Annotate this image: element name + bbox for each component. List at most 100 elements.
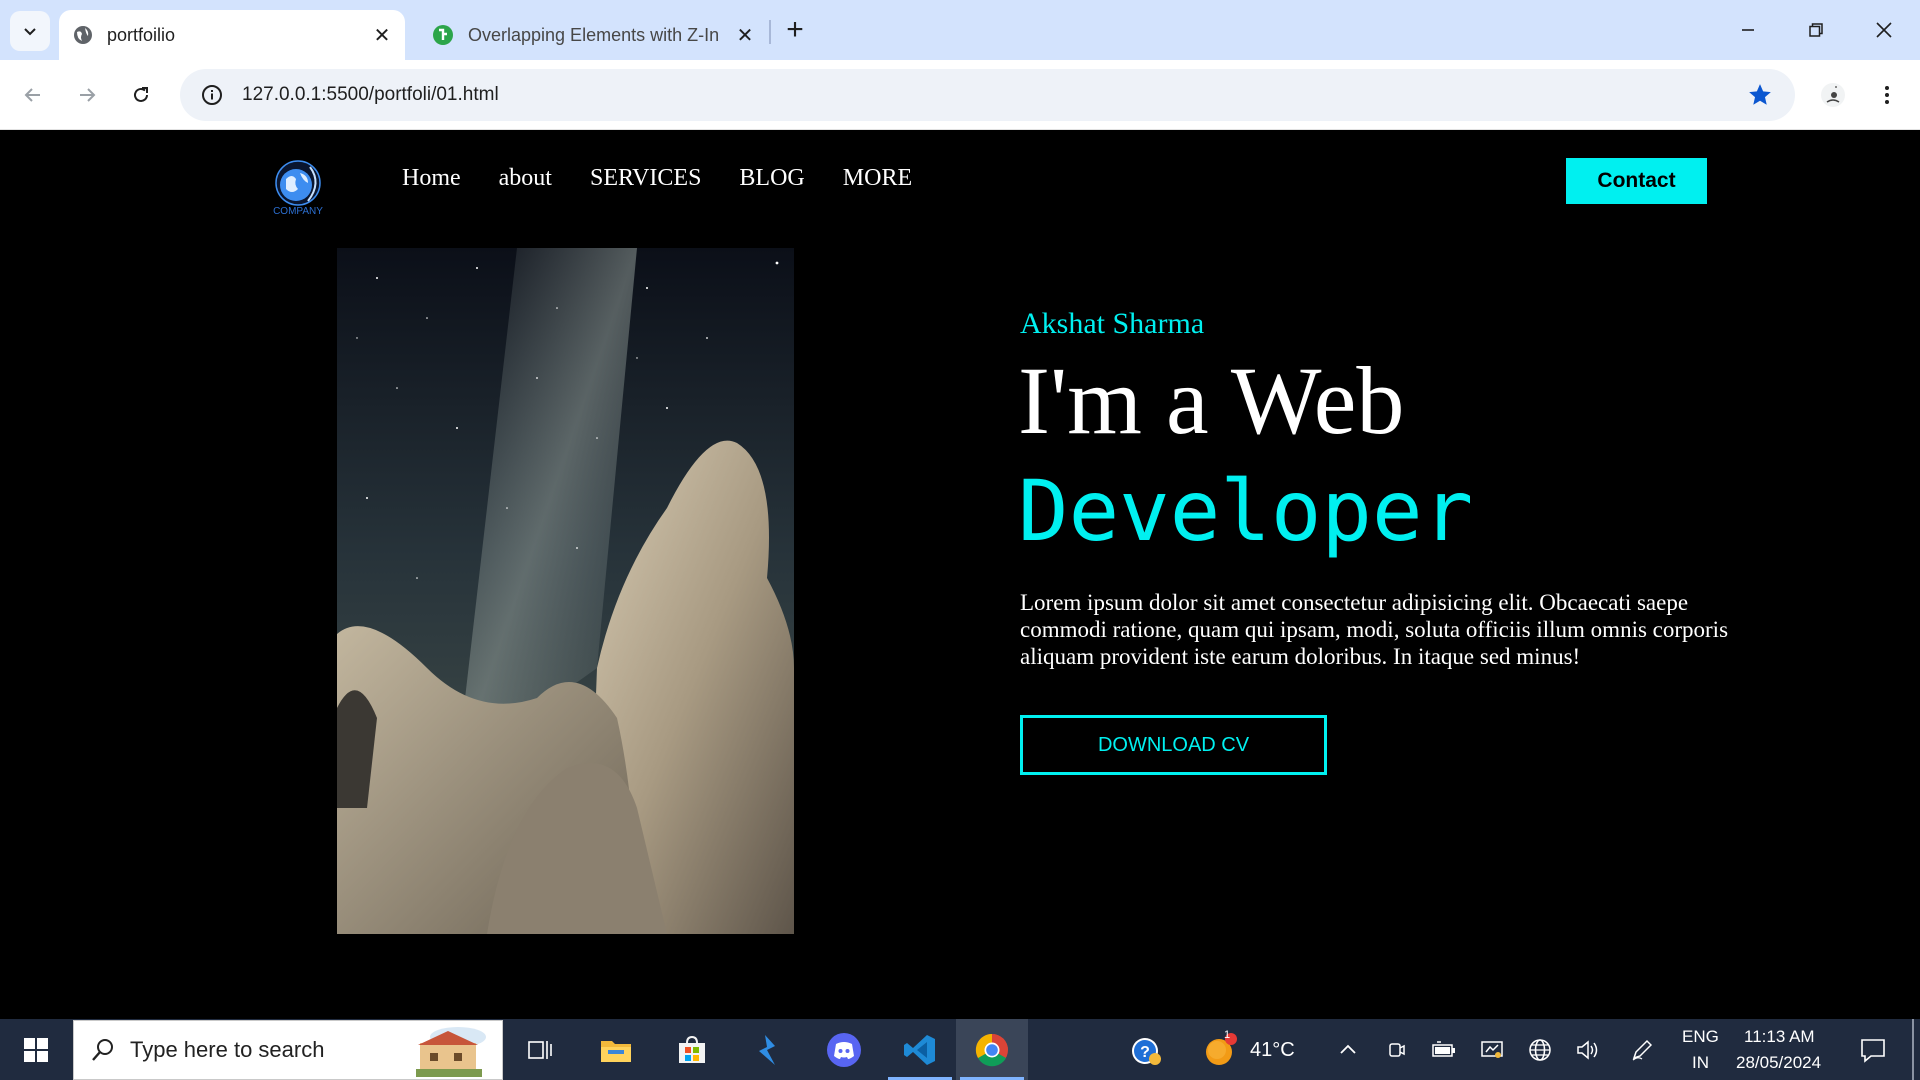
hero-description: Lorem ipsum dolor sit amet consectetur a… xyxy=(1020,590,1729,669)
site-favicon-icon xyxy=(433,25,453,45)
contact-button[interactable]: Contact xyxy=(1566,158,1707,204)
tab-title: Overlapping Elements with Z-In xyxy=(468,24,720,45)
weather-temperature[interactable]: 41°C xyxy=(1250,1039,1295,1062)
clock-date: 28/05/2024 xyxy=(1736,1053,1822,1072)
discord-button[interactable] xyxy=(808,1019,880,1080)
site-nav: Home about SERVICES BLOG MORE xyxy=(402,165,912,192)
hero-image xyxy=(337,248,794,934)
hero-headline: I'm a Web xyxy=(1018,347,1405,454)
discord-icon xyxy=(827,1032,861,1067)
back-button[interactable] xyxy=(14,76,52,114)
show-hidden-icons-button[interactable] xyxy=(1334,1037,1362,1063)
chrome-button[interactable] xyxy=(956,1019,1028,1080)
svg-text:?: ? xyxy=(1140,1044,1150,1061)
speaker-icon xyxy=(1577,1040,1598,1060)
minimize-button[interactable] xyxy=(1724,12,1772,48)
avatar-icon xyxy=(1821,83,1845,107)
nav-link-home[interactable]: Home xyxy=(402,165,461,192)
search-highlight-icon xyxy=(416,1027,486,1077)
hero-role: Developer xyxy=(1018,462,1474,560)
new-tab-button[interactable]: + xyxy=(778,14,812,48)
start-button[interactable] xyxy=(0,1019,72,1080)
search-icon xyxy=(92,1039,113,1061)
download-cv-button[interactable]: DOWNLOAD CV xyxy=(1020,715,1327,775)
restore-button[interactable] xyxy=(1792,12,1840,48)
vscode-icon xyxy=(904,1034,935,1065)
nav-link-services[interactable]: SERVICES xyxy=(590,165,701,192)
globe-network-icon xyxy=(1529,1039,1551,1061)
address-bar[interactable]: 127.0.0.1:5500/portfoli/01.html xyxy=(180,69,1795,121)
monitor-icon xyxy=(1481,1041,1503,1058)
task-view-icon xyxy=(528,1040,552,1059)
web-page: COMPANY Home about SERVICES BLOG MORE Co… xyxy=(0,131,1920,1019)
restore-icon xyxy=(1809,23,1823,37)
browser-toolbar: 127.0.0.1:5500/portfoli/01.html xyxy=(0,60,1920,130)
battery-icon xyxy=(1432,1041,1455,1057)
task-view-button[interactable] xyxy=(504,1019,576,1080)
arrow-left-icon xyxy=(24,88,40,102)
windows-icon xyxy=(24,1037,48,1062)
browser-menu-button[interactable] xyxy=(1868,76,1906,114)
forward-button[interactable] xyxy=(68,76,106,114)
taskbar: Type here to search ? 1 41°C ENG IN 11:1… xyxy=(0,1019,1920,1080)
language-indicator[interactable]: ENG xyxy=(1682,1027,1719,1047)
power-automate-button[interactable] xyxy=(732,1019,804,1080)
display-icon-button[interactable] xyxy=(1478,1037,1506,1063)
url-text[interactable]: 127.0.0.1:5500/portfoli/01.html xyxy=(242,84,499,106)
logo-text: COMPANY xyxy=(273,206,323,217)
arrow-right-icon xyxy=(80,88,96,102)
tab-overlapping-elements[interactable]: Overlapping Elements with Z-In ✕ xyxy=(424,10,768,60)
close-tab-icon[interactable]: ✕ xyxy=(730,23,760,48)
nav-link-more[interactable]: MORE xyxy=(843,165,912,192)
tab-search-button[interactable] xyxy=(10,11,50,51)
help-app-icon[interactable]: ? xyxy=(1130,1035,1164,1067)
lightning-app-icon xyxy=(759,1034,775,1065)
notification-icon xyxy=(1861,1039,1885,1063)
search-placeholder: Type here to search xyxy=(130,1037,325,1062)
globe-icon xyxy=(74,26,92,44)
nav-link-about[interactable]: about xyxy=(499,165,552,192)
close-tab-icon[interactable]: ✕ xyxy=(367,23,397,48)
chevron-down-icon xyxy=(24,28,36,36)
star-icon xyxy=(1749,84,1771,105)
meet-now-icon[interactable] xyxy=(1382,1037,1410,1063)
notification-center-button[interactable] xyxy=(1856,1035,1890,1065)
hero-name: Akshat Sharma xyxy=(1020,307,1205,340)
taskbar-search-box[interactable]: Type here to search xyxy=(73,1020,503,1080)
pen-icon-button[interactable] xyxy=(1628,1037,1656,1063)
region-indicator: IN xyxy=(1692,1053,1709,1072)
vscode-button[interactable] xyxy=(884,1019,956,1080)
file-explorer-button[interactable] xyxy=(580,1019,652,1080)
folder-icon xyxy=(601,1040,631,1062)
site-info-button[interactable] xyxy=(186,69,238,121)
nav-link-blog[interactable]: BLOG xyxy=(739,165,804,192)
bookmark-star-button[interactable] xyxy=(1747,82,1773,113)
pen-icon xyxy=(1632,1039,1653,1061)
reload-icon xyxy=(134,87,148,102)
help-icon: ? xyxy=(1132,1038,1161,1065)
volume-icon-button[interactable] xyxy=(1574,1037,1602,1063)
tab-portfolio[interactable]: portfoilio ✕ xyxy=(59,10,405,60)
more-vertical-icon xyxy=(1885,86,1889,104)
reload-button[interactable] xyxy=(122,76,160,114)
battery-icon-button[interactable] xyxy=(1430,1037,1458,1063)
minimize-icon xyxy=(1742,29,1754,31)
browser-tab-strip: portfoilio ✕ Overlapping Elements with Z… xyxy=(0,0,1920,60)
show-desktop-button[interactable] xyxy=(1912,1019,1914,1080)
network-icon-button[interactable] xyxy=(1526,1037,1554,1063)
clock-time[interactable]: 11:13 AM xyxy=(1744,1027,1815,1047)
sun-icon xyxy=(1206,1033,1237,1065)
tab-title: portfoilio xyxy=(107,24,176,45)
close-icon xyxy=(1876,22,1892,38)
info-icon xyxy=(202,85,222,105)
profile-button[interactable] xyxy=(1814,76,1852,114)
close-window-button[interactable] xyxy=(1860,12,1908,48)
camera-icon xyxy=(1389,1043,1405,1057)
store-icon xyxy=(679,1035,705,1063)
weather-badge: 1 xyxy=(1224,1029,1231,1041)
weather-widget-icon[interactable] xyxy=(1204,1033,1238,1067)
tab-separator xyxy=(769,20,771,44)
chrome-icon xyxy=(975,1033,1008,1066)
microsoft-store-button[interactable] xyxy=(656,1019,728,1080)
chevron-up-icon xyxy=(1340,1044,1356,1054)
